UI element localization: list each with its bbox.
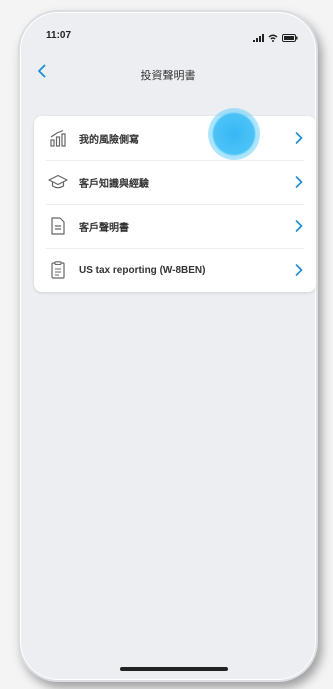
status-time: 11:07 (46, 30, 72, 41)
home-indicator[interactable] (120, 667, 228, 671)
document-icon (47, 215, 69, 237)
chevron-right-icon (292, 175, 306, 189)
menu-item-label: US tax reporting (W-8BEN) (79, 264, 206, 276)
menu-item-label: 我的風險側寫 (79, 134, 139, 146)
menu-item-risk-profile[interactable]: 我的風險側寫 (34, 116, 316, 160)
chevron-right-icon (292, 219, 306, 233)
signal-icon (253, 29, 264, 47)
menu-item-label: 客戶聲明書 (79, 222, 129, 234)
status-bar: 11:07 (20, 12, 316, 52)
navigation-bar: 投資聲明書 (20, 56, 316, 92)
chevron-right-icon (292, 131, 306, 145)
menu-card: 我的風險側寫 客戶知識與經驗 客戶聲明書 US tax reporting (W… (34, 116, 316, 292)
risk-profile-chart-icon (47, 127, 69, 149)
page-title: 投資聲明書 (140, 70, 196, 82)
menu-item-client-declaration[interactable]: 客戶聲明書 (34, 204, 316, 248)
wifi-icon (268, 29, 278, 47)
page: 11:07 投資聲明書 我的風險側寫 客戶知識與經驗 客戶聲明書 US tax … (0, 0, 333, 689)
phone-frame: 11:07 投資聲明書 我的風險側寫 客戶知識與經驗 客戶聲明書 US tax … (18, 10, 318, 682)
menu-item-knowledge-experience[interactable]: 客戶知識與經驗 (34, 160, 316, 204)
menu-item-us-tax-reporting[interactable]: US tax reporting (W-8BEN) (34, 248, 316, 292)
touch-indicator (208, 108, 260, 160)
tax-form-icon (47, 259, 69, 281)
status-icons (253, 29, 298, 47)
menu-item-label: 客戶知識與經驗 (79, 178, 149, 190)
graduation-cap-icon (47, 171, 69, 193)
chevron-right-icon (292, 263, 306, 277)
battery-icon (282, 29, 298, 47)
